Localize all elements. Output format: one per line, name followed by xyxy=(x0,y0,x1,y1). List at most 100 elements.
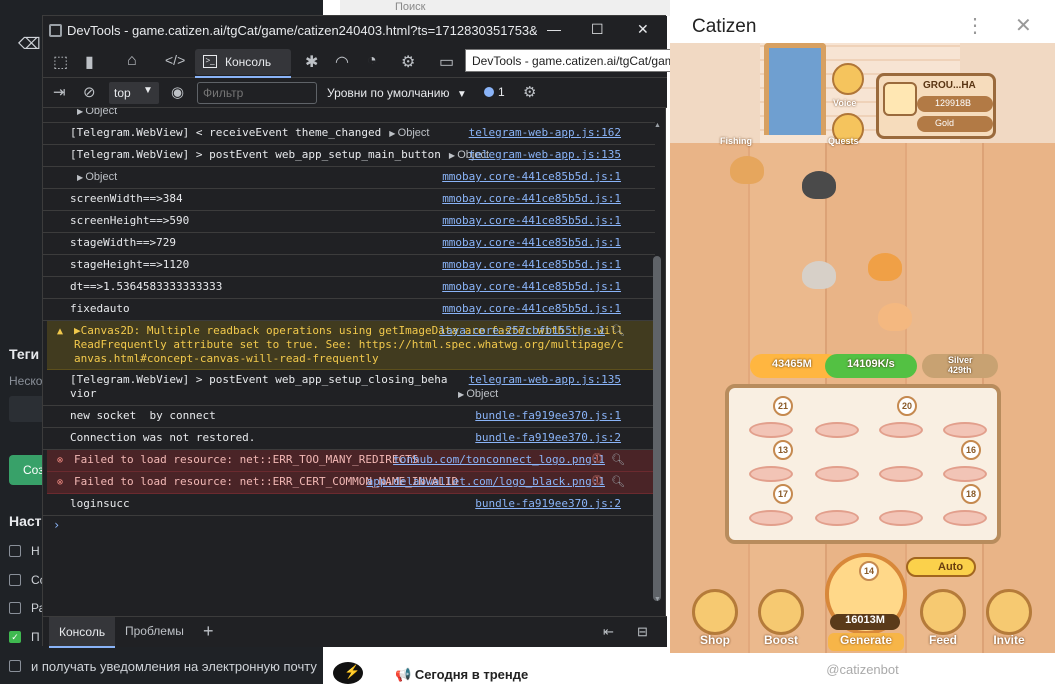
console-error-row[interactable]: ⊗ Failed to load resource: net::ERR_TOO_M… xyxy=(47,450,655,472)
cat-slot[interactable] xyxy=(815,510,859,526)
console-log-row[interactable]: [Telegram.WebView] > postEvent web_app_s… xyxy=(43,370,655,406)
console-log-row[interactable]: [Telegram.WebView] < receiveEvent theme_… xyxy=(43,123,655,145)
maximize-icon[interactable]: ☐ xyxy=(591,21,604,38)
console-prompt[interactable]: › xyxy=(43,516,655,532)
cat-slot[interactable] xyxy=(879,422,923,438)
sidebar-toggle-icon[interactable]: ⇥ xyxy=(53,83,66,101)
drawer-tab-console[interactable]: Консоль xyxy=(49,617,116,648)
console-log-row[interactable]: stageWidth==>729 mmobay.core-441ce85b5d.j… xyxy=(43,233,655,255)
cat-slot[interactable] xyxy=(943,422,987,438)
boost-button[interactable] xyxy=(758,589,804,635)
inspect-element-icon[interactable]: ⬚ xyxy=(53,52,68,72)
tab-console[interactable]: >_ Консоль xyxy=(195,49,291,75)
checkbox-notify[interactable] xyxy=(9,660,21,672)
drawer-close-icon[interactable]: ⊟ xyxy=(637,624,648,640)
game-canvas[interactable]: Voice Quests Fishing GROU...HA 129918B G… xyxy=(670,43,1055,653)
console-warning-row[interactable]: ▲ ▶Canvas2D: Multiple readback operations… xyxy=(47,321,655,370)
issues-counter[interactable]: 1 xyxy=(484,85,505,99)
console-settings-gear-icon[interactable]: ⚙ xyxy=(523,83,536,101)
cat-slot[interactable] xyxy=(749,510,793,526)
scroll-up-icon[interactable]: ▲ xyxy=(654,122,661,129)
console-log-row[interactable]: [Telegram.WebView] > postEvent web_app_s… xyxy=(43,145,655,167)
source-link[interactable]: mmobay.core-441ce85b5d.js:1 xyxy=(442,302,621,316)
expand-object-toggle[interactable]: ▶ Object xyxy=(458,388,498,400)
user-panel[interactable]: GROU...HA 129918B Gold xyxy=(876,73,996,139)
console-log-row[interactable]: fixedauto mmobay.core-441ce85b5d.js:1 xyxy=(43,299,655,321)
league-badge[interactable]: Silver 429th xyxy=(922,354,998,378)
console-log-row[interactable]: stageHeight==>1120 mmobay.core-441ce85b5d… xyxy=(43,255,655,277)
console-log-row[interactable]: screenWidth==>384 mmobay.core-441ce85b5d.… xyxy=(43,189,655,211)
cat-slot[interactable] xyxy=(943,510,987,526)
source-link[interactable]: app.delabwallet.com/logo_black.png:1 xyxy=(367,475,605,489)
network-wifi-icon[interactable]: ◠ xyxy=(335,52,349,72)
network-request-icon[interactable]: ⓵ xyxy=(592,453,602,467)
console-log-row[interactable]: dt==>1.5364583333333333 mmobay.core-441ce… xyxy=(43,277,655,299)
cat-sprite[interactable] xyxy=(802,171,836,199)
checkbox-2[interactable] xyxy=(9,574,21,586)
clear-console-icon[interactable]: ⊘ xyxy=(83,83,96,101)
console-output[interactable]: ▶ Object [Telegram.WebView] < receiveEven… xyxy=(43,108,655,612)
cat-slot[interactable] xyxy=(749,466,793,482)
source-link[interactable]: mmobay.core-441ce85b5d.js:1 xyxy=(442,280,621,294)
source-link[interactable]: mmobay.core-441ce85b5d.js:1 xyxy=(442,258,621,272)
network-request-icon[interactable]: ⓵ xyxy=(592,475,602,489)
cat-sprite[interactable] xyxy=(730,156,764,184)
device-toggle-icon[interactable]: ▮ xyxy=(85,52,94,72)
search-icon[interactable]: 🔍︎ xyxy=(611,324,625,338)
cat-sprite[interactable] xyxy=(878,303,912,331)
source-link[interactable]: mmobay.core-441ce85b5d.js:1 xyxy=(442,236,621,250)
source-link[interactable]: tonhub.com/tonconnect_logo.png:1 xyxy=(393,453,605,467)
auto-button[interactable]: Auto xyxy=(906,557,976,577)
source-link[interactable]: bundle-fa919ee370.js:2 xyxy=(475,431,621,445)
feed-button[interactable] xyxy=(920,589,966,635)
cat-slot[interactable] xyxy=(879,510,923,526)
live-expression-eye-icon[interactable]: ◉ xyxy=(171,83,184,101)
close-icon[interactable]: ✕ xyxy=(637,21,649,38)
shop-button[interactable] xyxy=(692,589,738,635)
elements-tab-icon[interactable]: </> xyxy=(165,52,185,68)
console-log-row[interactable]: screenHeight==>590 mmobay.core-441ce85b5d… xyxy=(43,211,655,233)
merge-board[interactable]: 21 20 13 16 17 18 xyxy=(725,384,1001,544)
expand-object-toggle[interactable]: ▶ Object xyxy=(77,171,117,183)
console-log-row[interactable]: loginsucc bundle-fa919ee370.js:2 xyxy=(43,494,655,516)
console-log-row[interactable]: new socket by connect bundle-fa919ee370.j… xyxy=(43,406,655,428)
context-selector[interactable]: top ▼ xyxy=(109,82,159,104)
cat-slot[interactable] xyxy=(815,466,859,482)
performance-gauge-icon[interactable]: ◔ xyxy=(367,52,377,70)
checkbox-1[interactable] xyxy=(9,545,21,557)
cat-sprite[interactable] xyxy=(868,253,902,281)
welcome-home-icon[interactable]: ⌂ xyxy=(127,52,137,70)
source-link[interactable]: laya.core-257cbfb155.js:1 xyxy=(439,324,605,338)
application-icon[interactable]: ▭ xyxy=(439,52,454,72)
source-link[interactable]: telegram-web-app.js:135 xyxy=(469,148,621,162)
search-icon[interactable]: 🔍︎ xyxy=(611,475,625,489)
log-levels-dropdown[interactable]: Уровни по умолчанию ▼ xyxy=(327,86,467,100)
checkbox-3[interactable] xyxy=(9,602,21,614)
more-options-icon[interactable]: ⋮ xyxy=(965,13,985,38)
expand-object-toggle[interactable]: ▶ Object xyxy=(389,127,429,139)
minimize-icon[interactable]: — xyxy=(547,21,561,37)
cat-slot[interactable] xyxy=(943,466,987,482)
cat-slot[interactable] xyxy=(879,466,923,482)
voice-button-icon[interactable] xyxy=(832,63,864,95)
source-link[interactable]: telegram-web-app.js:135 xyxy=(469,373,621,387)
console-log-row[interactable]: ▶ Object mmobay.core-441ce85b5d.js:1 xyxy=(43,167,655,189)
checkbox-4-checked[interactable]: ✓ xyxy=(9,631,21,643)
feed-search-bar[interactable]: Поиск xyxy=(340,0,670,16)
console-error-row[interactable]: ⊗ Failed to load resource: net::ERR_CERT_… xyxy=(47,472,655,494)
eraser-icon[interactable]: ⌫ xyxy=(18,34,41,54)
source-link[interactable]: mmobay.core-441ce85b5d.js:1 xyxy=(442,170,621,184)
memory-icon[interactable]: ⚙ xyxy=(401,52,415,72)
console-filter-input[interactable] xyxy=(197,82,317,104)
source-link[interactable]: bundle-fa919ee370.js:1 xyxy=(475,409,621,423)
drawer-dock-icon[interactable]: ⇤ xyxy=(603,624,614,640)
source-link[interactable]: telegram-web-app.js:162 xyxy=(469,126,621,140)
source-link[interactable]: mmobay.core-441ce85b5d.js:1 xyxy=(442,214,621,228)
console-log-row[interactable]: ▶ Object xyxy=(43,108,655,123)
cat-slot[interactable] xyxy=(749,422,793,438)
add-tab-plus-icon[interactable]: + xyxy=(203,621,214,642)
cat-sprite[interactable] xyxy=(802,261,836,289)
scrollbar-thumb[interactable] xyxy=(653,256,661,601)
trending-label[interactable]: 📢 Сегодня в тренде xyxy=(395,667,528,683)
search-icon[interactable]: 🔍︎ xyxy=(611,453,625,467)
